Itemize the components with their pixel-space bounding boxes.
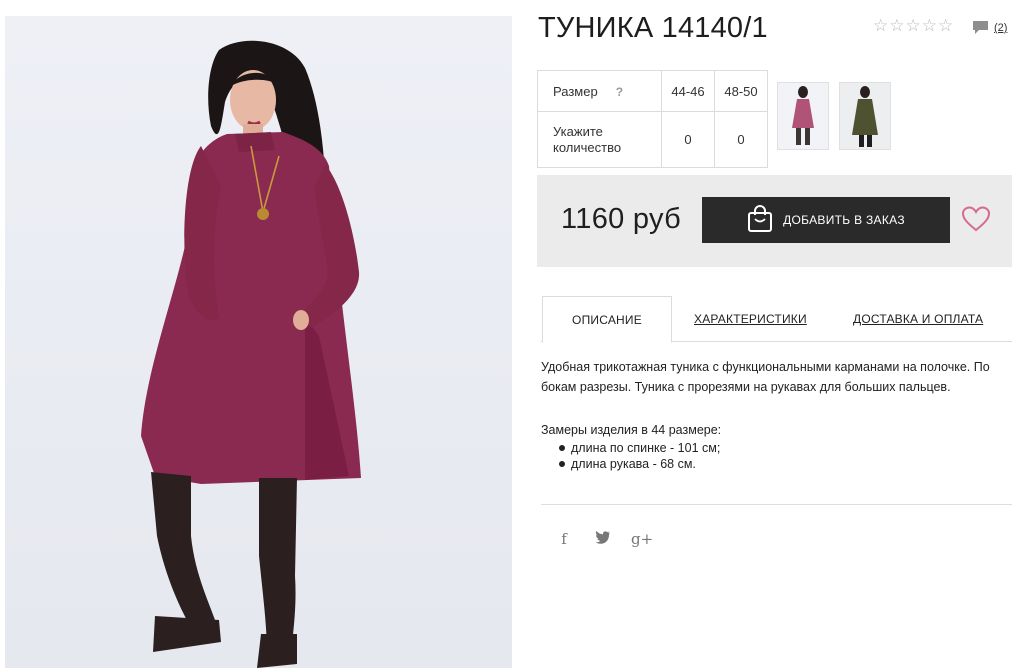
quantity-input-48-50[interactable] [719,131,763,148]
quantity-label: Укажите количество [553,123,622,155]
size-option: 48-50 [714,70,768,112]
tab-delivery-payment[interactable]: ДОСТАВКА И ОПЛАТА [853,296,983,341]
star-icon[interactable]: ☆ [889,17,904,35]
color-thumbnail-burgundy[interactable] [777,82,829,150]
facebook-icon[interactable]: f [555,530,573,548]
product-photo[interactable] [5,16,512,668]
divider [541,504,1012,505]
reviews-link[interactable]: (2) [972,20,1007,35]
product-tabs: ОПИСАНИЕ ХАРАКТЕРИСТИКИ ДОСТАВКА И ОПЛАТ… [541,296,1012,343]
rating-stars[interactable]: ☆ ☆ ☆ ☆ ☆ [873,17,953,35]
star-icon[interactable]: ☆ [873,17,888,35]
quantity-input-44-46[interactable] [666,131,710,148]
star-icon[interactable]: ☆ [938,17,953,35]
comment-icon [972,20,989,35]
description-panel: Удобная трикотажная туника с функциональ… [541,357,1011,472]
add-to-order-button[interactable]: ДОБАВИТЬ В ЗАКАЗ [702,197,950,243]
star-icon[interactable]: ☆ [906,17,921,35]
tab-characteristics[interactable]: ХАРАКТЕРИСТИКИ [694,296,807,341]
add-to-order-label: ДОБАВИТЬ В ЗАКАЗ [783,213,905,227]
quantity-cell [714,111,768,168]
quantity-label-cell: Укажите количество [537,111,662,168]
quantity-cell [661,111,715,168]
list-item: длина рукава - 68 см. [559,456,1011,472]
description-text: Удобная трикотажная туника с функциональ… [541,360,990,394]
measures-title: Замеры изделия в 44 размере: [541,423,722,437]
review-count[interactable]: (2) [994,22,1007,34]
list-item: длина по спинке - 101 см; [559,440,1011,456]
thumbnail-image [852,86,878,147]
thumbnail-image [792,86,814,145]
measures-list: длина по спинке - 101 см; длина рукава -… [541,440,1011,472]
buy-panel: 1160 руб ДОБАВИТЬ В ЗАКАЗ [537,175,1012,267]
color-thumbnail-olive[interactable] [839,82,891,150]
google-plus-icon[interactable]: g+ [631,530,653,548]
tab-description[interactable]: ОПИСАНИЕ [542,296,672,343]
size-label: Размер [553,83,598,99]
model-illustration [141,40,361,668]
price: 1160 руб [561,203,682,235]
social-share: f g+ [555,530,653,548]
size-help-icon[interactable]: ? [616,85,623,99]
star-icon[interactable]: ☆ [922,17,937,35]
product-title: ТУНИКА 14140/1 [538,12,768,44]
size-table: Размер? 44-46 48-50 Укажите количество [537,70,768,168]
heart-icon[interactable] [961,206,991,232]
size-label-cell: Размер? [537,70,662,112]
shopping-bag-icon [747,204,773,236]
size-option: 44-46 [661,70,715,112]
twitter-icon[interactable] [593,530,611,548]
